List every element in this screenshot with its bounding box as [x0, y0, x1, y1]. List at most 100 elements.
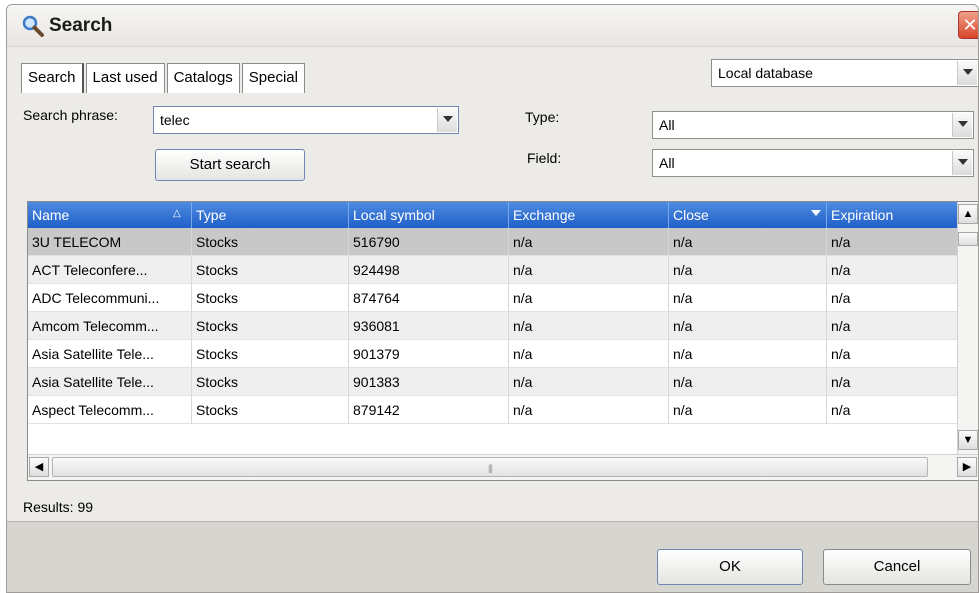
cell-expiration: n/a: [827, 368, 959, 396]
cell-type: Stocks: [192, 312, 349, 340]
filter-dropdown-icon[interactable]: [811, 210, 821, 216]
column-header-label: Close: [673, 207, 709, 223]
scroll-right-icon[interactable]: ▶: [957, 457, 977, 477]
table-row[interactable]: ADC Telecommuni... Stocks 874764 n/a n/a n/a: [28, 284, 978, 312]
tab-strip: Search Last used Catalogs Special: [21, 63, 307, 93]
table-row[interactable]: Asia Satellite Tele... Stocks 901379 n/a n/a…: [28, 340, 978, 368]
ok-button[interactable]: OK: [657, 549, 803, 585]
table-row[interactable]: 3U TELECOM Stocks 516790 n/a n/a n/a: [28, 228, 978, 256]
cell-expiration: n/a: [827, 312, 959, 340]
chevron-down-icon[interactable]: [952, 113, 972, 137]
cell-type: Stocks: [192, 284, 349, 312]
source-select-value: Local database: [718, 65, 813, 81]
scroll-left-icon[interactable]: ◀: [29, 457, 49, 477]
window-title: Search: [49, 15, 113, 36]
cell-expiration: n/a: [827, 284, 959, 312]
start-search-button[interactable]: Start search: [155, 149, 305, 181]
cell-local-symbol: 516790: [349, 228, 509, 256]
cell-exchange: n/a: [509, 340, 669, 368]
column-header-local-symbol[interactable]: Local symbol: [349, 202, 509, 228]
search-phrase-input[interactable]: telec: [153, 106, 459, 134]
cell-exchange: n/a: [509, 228, 669, 256]
close-icon: ✕: [962, 15, 978, 35]
column-header-exchange[interactable]: Exchange: [509, 202, 669, 228]
tab-search[interactable]: Search: [21, 63, 84, 93]
cell-close: n/a: [669, 368, 827, 396]
cell-expiration: n/a: [827, 396, 959, 424]
search-dialog: Search ✕ Search Last used Catalogs Speci…: [6, 4, 979, 593]
cell-name: 3U TELECOM: [28, 228, 192, 256]
sort-ascending-icon: △: [173, 208, 181, 219]
cell-close: n/a: [669, 284, 827, 312]
scroll-down-icon[interactable]: ▼: [958, 430, 978, 450]
cell-local-symbol: 901383: [349, 368, 509, 396]
cell-name: ACT Teleconfere...: [28, 256, 192, 284]
search-phrase-value: telec: [160, 112, 190, 128]
chevron-down-icon[interactable]: [957, 61, 977, 85]
cell-exchange: n/a: [509, 368, 669, 396]
table-row[interactable]: Asia Satellite Tele... Stocks 901383 n/a n/a…: [28, 368, 978, 396]
cell-expiration: n/a: [827, 340, 959, 368]
cell-local-symbol: 879142: [349, 396, 509, 424]
grip-icon: |||: [488, 463, 493, 473]
field-select[interactable]: All: [652, 149, 974, 177]
tab-special[interactable]: Special: [241, 63, 305, 93]
horizontal-scrollbar[interactable]: ◀ ||| ▶: [28, 454, 978, 480]
cell-close: n/a: [669, 256, 827, 284]
chevron-down-icon[interactable]: [952, 151, 972, 175]
column-header-name[interactable]: Name △: [28, 202, 192, 228]
grid-header: Name △ Type Local symbol Exchange Close …: [28, 202, 978, 228]
cell-close: n/a: [669, 312, 827, 340]
source-select[interactable]: Local database: [711, 59, 978, 87]
column-header-type[interactable]: Type: [192, 202, 349, 228]
cell-close: n/a: [669, 396, 827, 424]
magnifier-icon: [22, 15, 44, 37]
column-header-label: Name: [32, 207, 70, 223]
vertical-scrollbar[interactable]: ▲ ▼: [957, 202, 978, 454]
cell-type: Stocks: [192, 256, 349, 284]
cell-local-symbol: 874764: [349, 284, 509, 312]
scroll-thumb-horizontal[interactable]: |||: [52, 457, 928, 477]
cell-name: Amcom Telecomm...: [28, 312, 192, 340]
tab-catalogs[interactable]: Catalogs: [166, 63, 240, 93]
cell-name: ADC Telecommuni...: [28, 284, 192, 312]
type-select[interactable]: All: [652, 111, 974, 139]
cell-type: Stocks: [192, 396, 349, 424]
tab-last-used[interactable]: Last used: [85, 63, 165, 93]
dialog-footer: OK Cancel: [7, 521, 978, 592]
cell-name: Asia Satellite Tele...: [28, 340, 192, 368]
cell-name: Asia Satellite Tele...: [28, 368, 192, 396]
scroll-thumb[interactable]: [958, 232, 978, 246]
field-label: Field:: [527, 150, 562, 166]
cell-exchange: n/a: [509, 396, 669, 424]
cell-type: Stocks: [192, 340, 349, 368]
cell-local-symbol: 901379: [349, 340, 509, 368]
scroll-up-icon[interactable]: ▲: [958, 204, 978, 224]
cell-expiration: n/a: [827, 228, 959, 256]
table-row[interactable]: ACT Teleconfere... Stocks 924498 n/a n/a n/a: [28, 256, 978, 284]
column-header-expiration[interactable]: Expiration: [827, 202, 959, 228]
cell-exchange: n/a: [509, 256, 669, 284]
cancel-button[interactable]: Cancel: [823, 549, 971, 585]
field-select-value: All: [659, 155, 675, 171]
close-button[interactable]: ✕: [958, 11, 978, 39]
results-count: Results: 99: [23, 499, 94, 515]
cell-local-symbol: 936081: [349, 312, 509, 340]
results-grid: Name △ Type Local symbol Exchange Close …: [27, 201, 978, 481]
title-bar: Search ✕: [7, 5, 978, 47]
column-header-close[interactable]: Close: [669, 202, 827, 228]
cell-local-symbol: 924498: [349, 256, 509, 284]
type-select-value: All: [659, 117, 675, 133]
table-row[interactable]: Aspect Telecomm... Stocks 879142 n/a n/a n/a: [28, 396, 978, 424]
cell-exchange: n/a: [509, 284, 669, 312]
cell-name: Aspect Telecomm...: [28, 396, 192, 424]
cell-expiration: n/a: [827, 256, 959, 284]
cell-close: n/a: [669, 340, 827, 368]
type-label: Type:: [525, 109, 560, 125]
table-row[interactable]: Amcom Telecomm... Stocks 936081 n/a n/a n/a: [28, 312, 978, 340]
chevron-down-icon[interactable]: [437, 108, 457, 132]
search-phrase-label: Search phrase:: [23, 107, 118, 123]
cell-exchange: n/a: [509, 312, 669, 340]
cell-close: n/a: [669, 228, 827, 256]
cell-type: Stocks: [192, 228, 349, 256]
